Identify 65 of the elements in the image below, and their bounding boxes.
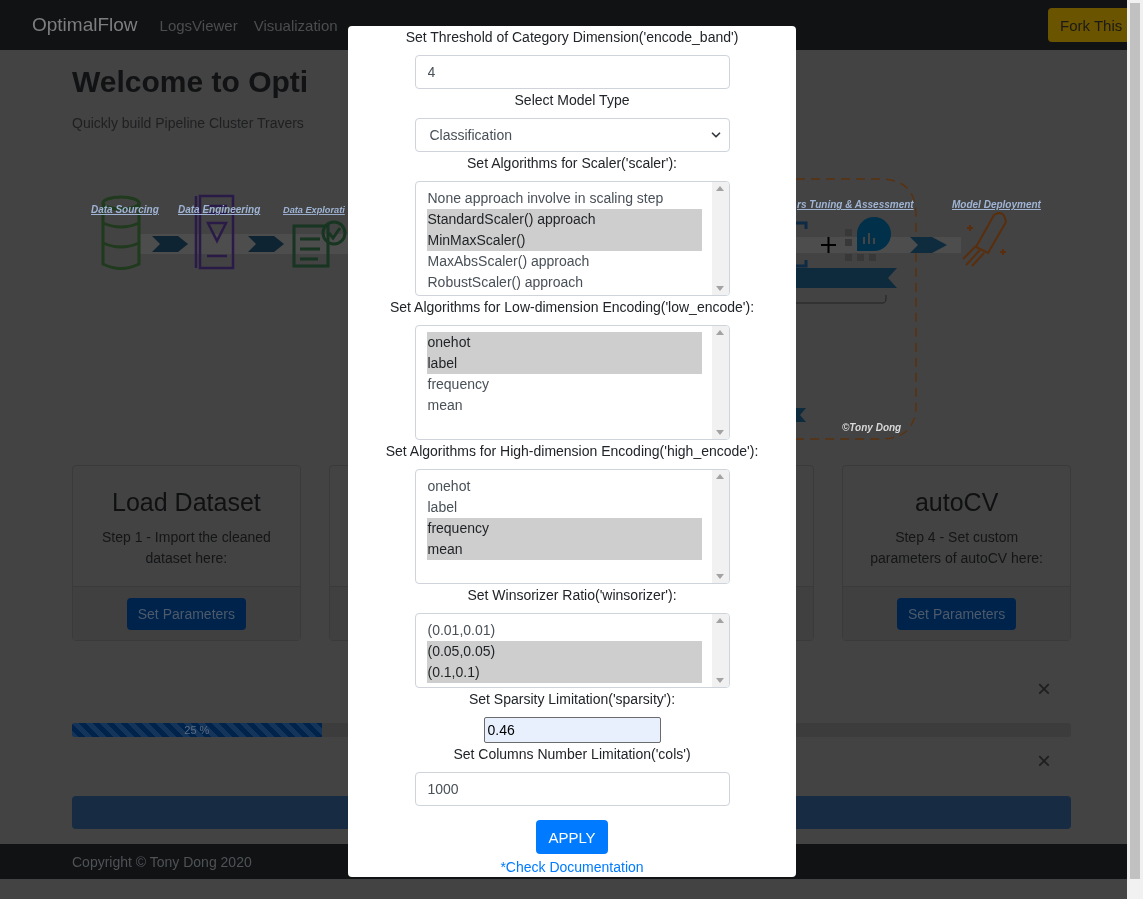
list-option[interactable]: RobustScaler() approach bbox=[426, 272, 702, 293]
text-field[interactable]: 1000 bbox=[414, 772, 730, 806]
list-option[interactable]: MinMaxScaler() bbox=[426, 230, 702, 251]
field-label: Set Threshold of Category Dimension('encode_band') bbox=[405, 28, 739, 47]
field-label: Select Model Type bbox=[514, 91, 630, 110]
rocket-icon bbox=[962, 212, 1007, 267]
magnifier-document-icon bbox=[292, 220, 347, 268]
stage-label[interactable]: Model Deployment bbox=[952, 199, 1041, 210]
scroll-down-icon[interactable] bbox=[716, 286, 724, 291]
chart-icon bbox=[845, 217, 891, 261]
list-option[interactable]: onehot bbox=[426, 476, 702, 497]
scroll-up-icon[interactable] bbox=[716, 330, 724, 335]
list-box[interactable]: onehot label frequency mean bbox=[414, 325, 730, 440]
list-option[interactable]: StandardScaler() approach bbox=[426, 209, 702, 230]
list-option[interactable]: MaxAbsScaler() approach bbox=[426, 251, 702, 272]
model-type-select[interactable]: Classification bbox=[414, 118, 730, 152]
field-label: Set Algorithms for High-dimension Encoding('high_encode'): bbox=[385, 442, 759, 461]
scrollbar[interactable] bbox=[711, 182, 729, 295]
stage-label[interactable]: Data Sourcing bbox=[91, 204, 159, 215]
scrollbar[interactable] bbox=[711, 326, 729, 439]
chevron-arrow-icon bbox=[910, 237, 947, 253]
list-box[interactable]: onehot label frequency mean bbox=[414, 469, 730, 584]
scrollbar[interactable] bbox=[711, 614, 729, 687]
field-label: Set Columns Number Limitation('cols') bbox=[453, 745, 691, 764]
brand-name[interactable]: OptimalFlow bbox=[32, 14, 138, 36]
documentation-link[interactable]: *Check Documentation bbox=[500, 857, 644, 877]
copyright-text: Copyright © Tony Dong 2020 bbox=[72, 853, 252, 870]
stage-label[interactable]: Data Explorati bbox=[283, 205, 345, 215]
field-label: Set Algorithms for Scaler('scaler'): bbox=[467, 154, 677, 173]
list-option[interactable]: (0.05,0.05) bbox=[426, 641, 702, 662]
stage-label[interactable]: rs Tuning & Assessment bbox=[797, 199, 914, 210]
chevron-arrow-icon bbox=[152, 236, 188, 252]
list-option[interactable]: None approach involve in scaling step bbox=[426, 188, 702, 209]
field-label: Set Sparsity Limitation('sparsity'): bbox=[468, 690, 676, 709]
scroll-down-icon[interactable] bbox=[716, 430, 724, 435]
number-field[interactable]: 0.46 bbox=[483, 717, 661, 743]
scrollbar[interactable] bbox=[1127, 0, 1143, 899]
scroll-up-icon[interactable] bbox=[716, 186, 724, 191]
list-box[interactable]: (0.01,0.01) (0.05,0.05) (0.1,0.1) bbox=[414, 613, 730, 688]
list-option[interactable]: label bbox=[426, 353, 702, 374]
text-field[interactable]: 4 bbox=[414, 55, 730, 89]
scroll-down-icon[interactable] bbox=[716, 574, 724, 579]
list-option[interactable]: label bbox=[426, 497, 702, 518]
bracket-icon bbox=[794, 221, 808, 268]
credit-text: ©Tony Dong bbox=[842, 422, 902, 433]
apply-button[interactable]: APPLY bbox=[536, 820, 608, 854]
list-option[interactable]: onehot bbox=[426, 332, 702, 353]
stage-label[interactable]: Data Engineering bbox=[178, 204, 261, 215]
list-option[interactable]: mean bbox=[426, 395, 702, 416]
field-label: Set Winsorizer Ratio('winsorizer'): bbox=[467, 586, 677, 605]
list-option[interactable]: (0.01,0.01) bbox=[426, 620, 702, 641]
field-label: Set Algorithms for Low-dimension Encoding('low_encode'): bbox=[389, 298, 755, 317]
list-option[interactable]: mean bbox=[426, 539, 702, 560]
plus-icon bbox=[820, 236, 837, 254]
scroll-down-icon[interactable] bbox=[716, 678, 724, 683]
chevron-arrow-icon bbox=[248, 236, 284, 252]
list-option[interactable]: frequency bbox=[426, 374, 702, 395]
list-option[interactable]: (0.1,0.1) bbox=[426, 662, 702, 683]
list-option[interactable]: frequency bbox=[426, 518, 702, 539]
progress-label: 25 % bbox=[184, 724, 210, 736]
select-value: Classification bbox=[429, 127, 512, 143]
scroll-up-icon[interactable] bbox=[716, 474, 724, 479]
scroll-up-icon[interactable] bbox=[716, 618, 724, 623]
scrollbar[interactable] bbox=[711, 470, 729, 583]
list-box[interactable]: None approach involve in scaling step StandardScaler() approach MinMaxScaler() MaxAbsScaler() approach RobustScaler() approach bbox=[414, 181, 730, 296]
